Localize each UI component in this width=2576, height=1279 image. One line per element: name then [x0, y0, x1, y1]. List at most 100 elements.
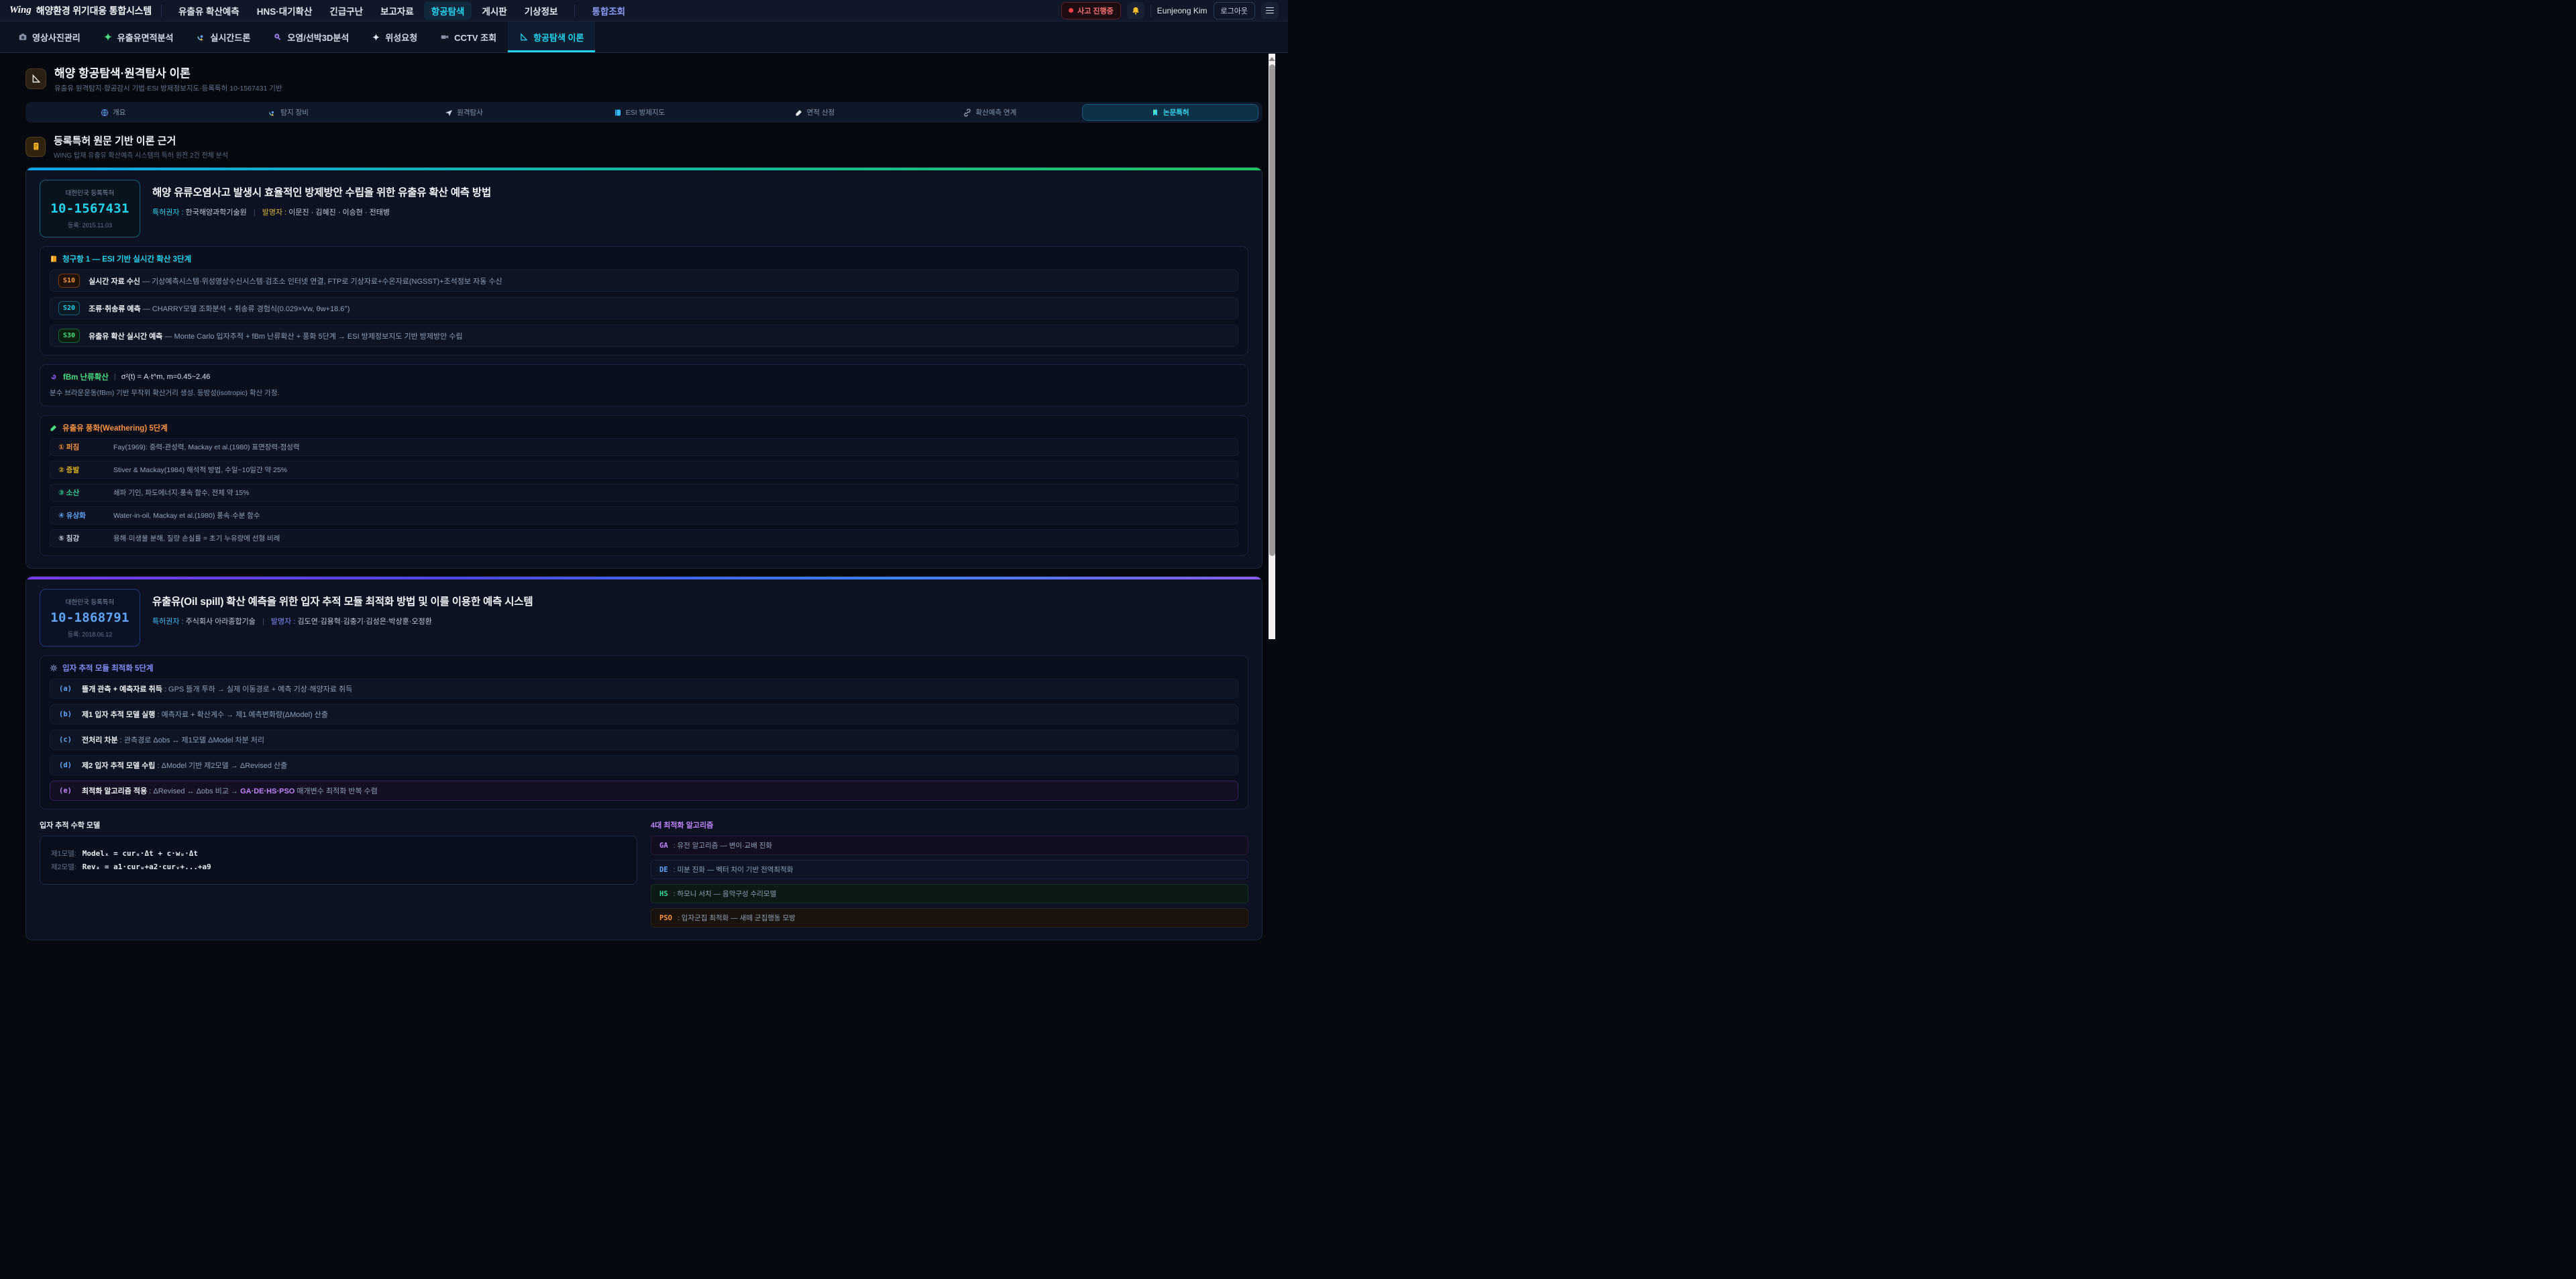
weathering-stage-label: ① 퍼짐: [58, 442, 113, 452]
step-desc: : GPS 뜰개 투하 → 실제 이동경로 + 예측 기상·해양자료 취득: [164, 685, 352, 693]
page-subtitle: 유출유 원격탐지·항공감시 기법·ESI 방제정보지도·등록특허 10-1567…: [54, 83, 282, 93]
algo-name: HS: [659, 890, 668, 898]
patent-number-box: 대한민국 등록특허 10-1567431 등록: 2015.11.03: [40, 180, 140, 237]
page-title: 해양 항공탐색·원격탐사 이론: [54, 64, 282, 80]
algo-row-pso: PSO : 입자군집 최적화 — 새떼 군집행동 모방: [651, 908, 1248, 928]
step-label: 전처리 차분: [82, 736, 118, 744]
weathering-stage-desc: 용해·미생물 분해, 질량 손실률 = 초기 누유량에 선형 비례: [113, 533, 280, 543]
section-header-text: 등록특허 원문 기반 이론 근거 WING 탑재 유출유 확산예측 시스템의 특…: [54, 133, 228, 160]
nav-oil-spill-forecast[interactable]: 유출유 확산예측: [171, 1, 247, 20]
subnav-label: 논문특허: [1163, 107, 1189, 117]
hamburger-icon: [1266, 7, 1274, 14]
fbm-header: fBm 난류확산 | σ²(t) = A·t^m, m=0.45~2.46: [50, 372, 1238, 382]
algo-desc: : 유전 알고리즘 — 변이·교배 진화: [674, 840, 772, 850]
divider: [574, 5, 575, 17]
vertical-scrollbar[interactable]: [1269, 54, 1275, 639]
algo-desc: : 하모니 서치 — 음악구성 수리모델: [674, 889, 777, 899]
model-formula-row: 제1모델: Modelₓ = curᵤ·Δt + c·wᵤ·Δt: [51, 848, 626, 858]
claim-title-text: 청구항 1 — ESI 기반 실시간 확산 3단계: [62, 254, 191, 264]
particle-model-column: 입자 추적 수학 모델 제1모델: Modelₓ = curᵤ·Δt + c·w…: [40, 820, 637, 885]
weathering-row: ⑤ 침강 용해·미생물 분해, 질량 손실률 = 초기 누유량에 선형 비례: [50, 529, 1238, 547]
step-label: 뜰개 관측 + 예측자료 취득: [82, 685, 162, 693]
paper-plane-icon: [445, 109, 453, 117]
step-text: 뜰개 관측 + 예측자료 취득 : GPS 뜰개 투하 → 실제 이동경로 + …: [82, 683, 352, 694]
tab-pollution-ship-3d[interactable]: 오염/선박3D분석: [262, 21, 360, 52]
incident-status-badge: 사고 진행중: [1061, 2, 1121, 19]
subnav-detection-equipment[interactable]: 탐지 장비: [201, 102, 376, 123]
patent-title: 유출유(Oil spill) 확산 예측을 위한 입자 추적 모듈 최적화 방법…: [152, 594, 533, 608]
step-key: (d): [59, 761, 74, 769]
scroll-icon: [31, 142, 41, 152]
subnav-esi-map[interactable]: ESI 방제지도: [551, 102, 727, 123]
inventor-label: 발명자 :: [262, 209, 286, 217]
subnav-overview[interactable]: 개요: [25, 102, 201, 123]
satellite-dish-icon: [268, 109, 276, 117]
step-desc: — 기상예측시스템·위성영상수신시스템·검조소 인터넷 연결, FTP로 기상자…: [142, 278, 502, 286]
subnav-papers-patents[interactable]: 논문특허: [1082, 104, 1258, 121]
subnav-area-estimation[interactable]: 면적 산정: [727, 102, 902, 123]
nav-hns-atmos[interactable]: HNS·대기확산: [250, 1, 320, 20]
claim-step-row: S30 유출유 확산 실시간 예측 — Monte Carlo 입자추적 + f…: [50, 325, 1238, 347]
tab-oil-area-analysis[interactable]: 유출유면적분석: [92, 21, 185, 52]
section-title: 등록특허 원문 기반 이론 근거: [54, 133, 228, 148]
nav-integrated-search[interactable]: 통합조회: [584, 1, 633, 20]
optimization-step-row-highlight: (e) 최적화 알고리즘 적용 : ΔRevised ↔ Δobs 비교 → G…: [50, 781, 1238, 801]
optimization-steps-box: 입자 추적 모듈 최적화 5단계 (a) 뜰개 관측 + 예측자료 취득 : G…: [40, 655, 1248, 810]
top-bar: Wing 해양환경 위기대응 통합시스템 유출유 확산예측 HNS·대기확산 긴…: [0, 0, 1288, 21]
step-label: 제2 입자 추적 모델 수립: [82, 762, 155, 770]
owner-label: 특허권자 :: [152, 618, 184, 626]
step-key: (c): [59, 736, 74, 744]
algo-row-de: DE : 미분 진화 — 벡터 차이 기반 전역최적화: [651, 860, 1248, 879]
menu-button[interactable]: [1261, 2, 1279, 19]
step-desc-post: 매개변수 최적화 반복 수렴: [294, 787, 378, 795]
inventor-label: 발명자 :: [271, 618, 295, 626]
step-desc: — Monte Carlo 입자추적 + fBm 난류확산 + 풍화 5단계 →…: [165, 333, 463, 341]
step-label: 유출유 확산 실시간 예측: [89, 333, 162, 341]
step-text: 유출유 확산 실시간 예측 — Monte Carlo 입자추적 + fBm 난…: [89, 331, 463, 341]
subnav-forecast-link[interactable]: 확산예측 연계: [902, 102, 1077, 123]
subnav-remote-sensing[interactable]: 원격탐사: [376, 102, 551, 123]
tab-label: 유출유면적분석: [117, 31, 174, 44]
algo-row-hs: HS : 하모니 서치 — 음악구성 수리모델: [651, 884, 1248, 903]
divider: [1150, 5, 1151, 17]
nav-board[interactable]: 게시판: [474, 1, 514, 20]
nav-weather-info[interactable]: 기상정보: [517, 1, 566, 20]
tab-satellite-request[interactable]: 위성요청: [360, 21, 429, 52]
patent-number: 10-1567431: [46, 201, 134, 216]
step-text: 제1 입자 추적 모델 실행 : 예측자료 + 확산계수 → 제1 예측변화량(…: [82, 709, 328, 720]
fbm-formula: σ²(t) = A·t^m, m=0.45~2.46: [121, 373, 211, 381]
meta-separator: |: [254, 209, 256, 217]
tab-cctv-view[interactable]: CCTV 조회: [429, 21, 508, 52]
step-key: (a): [59, 685, 74, 693]
claim-box: 청구항 1 — ESI 기반 실시간 확산 3단계 S10 실시간 자료 수신 …: [40, 246, 1248, 355]
patent-meta: 특허권자 : 한국해양과학기술원 | 발명자 : 이문진 · 김혜진 · 이승현…: [152, 207, 491, 217]
notifications-button[interactable]: [1127, 2, 1144, 19]
nav-emergency-rescue[interactable]: 긴급구난: [322, 1, 370, 20]
optimization-box-title: 입자 추적 모듈 최적화 5단계: [50, 663, 1238, 673]
nav-reports[interactable]: 보고자료: [373, 1, 421, 20]
step-text: 전처리 차분 : 관측경로 Δobs ↔ 제1모델 ΔModel 차분 처리: [82, 734, 264, 745]
tab-realtime-drone[interactable]: 실시간드론: [185, 21, 262, 52]
logout-button[interactable]: 로그아웃: [1214, 2, 1255, 19]
wing-logo: Wing: [9, 5, 32, 16]
step-badge-s30: S30: [58, 329, 80, 343]
scrollbar-thumb[interactable]: [1269, 64, 1275, 556]
optimization-step-row: (c) 전처리 차분 : 관측경로 Δobs ↔ 제1모델 ΔModel 차분 …: [50, 730, 1238, 750]
subnav-label: 탐지 장비: [280, 107, 309, 117]
tab-label: 오염/선박3D분석: [287, 31, 349, 44]
model-formula: Modelₓ = curᵤ·Δt + c·wᵤ·Δt: [83, 849, 198, 858]
page-icon-box: [25, 68, 46, 89]
section-subtitle: WING 탑재 유출유 확산예측 시스템의 특허 원전 2건 전체 분석: [54, 150, 228, 160]
weathering-row: ③ 소산 쇄파 기인, 파도에너지·풍속 함수, 전체 약 15%: [50, 484, 1238, 502]
nav-aerial-search[interactable]: 항공탐색: [424, 1, 472, 20]
step-badge-s10: S10: [58, 274, 80, 288]
tab-label: 영상사진관리: [32, 31, 80, 44]
scroll-up-arrow-icon[interactable]: [1269, 57, 1275, 61]
patent-meta: 특허권자 : 주식회사 아라종합기술 | 발명자 : 김도연·김용혁·김충기·김…: [152, 616, 533, 626]
algo-name: PSO: [659, 914, 672, 922]
pencil-icon: [795, 109, 803, 117]
tab-aerial-search-theory[interactable]: 항공탐색 이론: [508, 21, 595, 52]
tab-image-photo-mgmt[interactable]: 영상사진관리: [7, 21, 92, 52]
bottom-grid: 입자 추적 수학 모델 제1모델: Modelₓ = curᵤ·Δt + c·w…: [40, 820, 1248, 928]
book-icon: [614, 109, 622, 117]
